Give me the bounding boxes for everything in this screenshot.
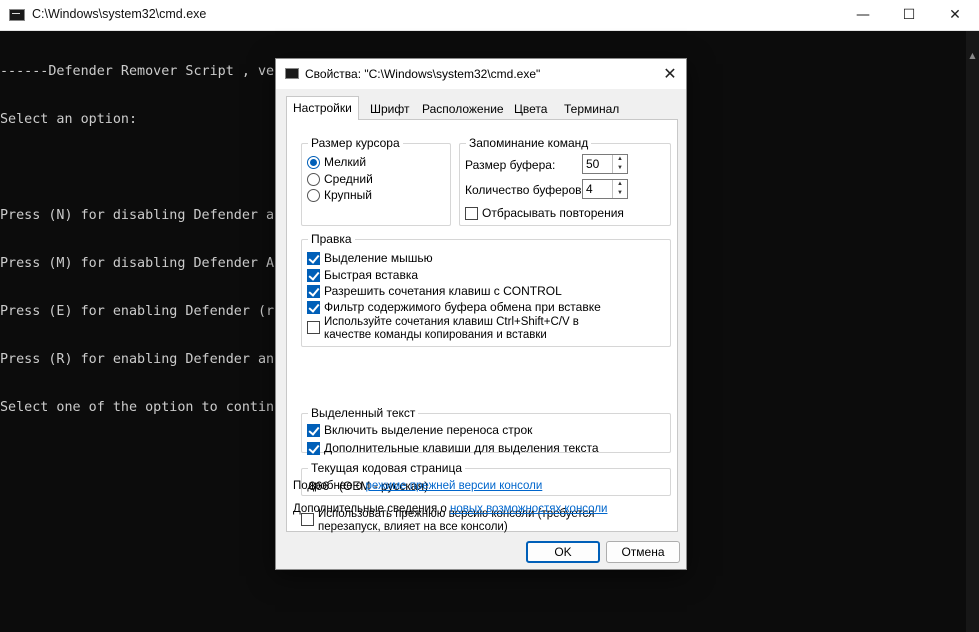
cmd-app-icon — [9, 9, 25, 21]
cmd-app-icon — [285, 68, 299, 79]
checkbox-checked-icon[interactable] — [307, 301, 320, 314]
tab-font[interactable]: Шрифт — [364, 99, 415, 119]
properties-dialog: Свойства: "C:\Windows\system32\cmd.exe" … — [275, 58, 687, 570]
dialog-close-icon[interactable]: ✕ — [660, 64, 680, 84]
checkbox-checked-icon[interactable] — [307, 252, 320, 265]
cancel-button[interactable]: Отмена — [606, 541, 680, 563]
checkbox-label: Включить выделение переноса строк — [324, 423, 533, 437]
radio-label: Средний — [324, 172, 373, 186]
line-wrap-selection-checkbox[interactable]: Включить выделение переноса строк — [307, 423, 532, 437]
tab-colors[interactable]: Цвета — [508, 99, 553, 119]
ok-button[interactable]: OK — [526, 541, 600, 563]
radio-selected-icon[interactable] — [307, 156, 320, 169]
checkbox-checked-icon[interactable] — [307, 269, 320, 282]
spin-up-icon[interactable]: ▲ — [613, 180, 627, 189]
buffer-size-value[interactable]: 50 — [586, 157, 599, 171]
ctrl-shortcuts-checkbox[interactable]: Разрешить сочетания клавиш с CONTROL — [307, 284, 562, 298]
tab-layout[interactable]: Расположение — [416, 99, 510, 119]
legacy-label-line2: перезапуск, влияет на все консоли) — [318, 521, 508, 533]
radio-label: Крупный — [324, 188, 372, 202]
new-features-prefix: Дополнительные сведения о — [293, 503, 450, 515]
quick-edit-checkbox[interactable]: Выделение мышью — [307, 251, 433, 265]
checkbox-checked-icon[interactable] — [307, 285, 320, 298]
dialog-title: Свойства: "C:\Windows\system32\cmd.exe" — [305, 67, 541, 81]
cursor-small-radio[interactable]: Мелкий — [307, 155, 366, 169]
edit-options-legend: Правка — [311, 232, 352, 246]
spin-down-icon[interactable]: ▼ — [613, 189, 627, 198]
cursor-large-radio[interactable]: Крупный — [307, 188, 372, 202]
text-selection-legend: Выделенный текст — [311, 406, 416, 420]
buffer-count-label: Количество буферов: — [465, 183, 585, 197]
checkbox-label: Фильтр содержимого буфера обмена при вст… — [324, 300, 601, 314]
scroll-up-arrow-icon[interactable]: ▲ — [966, 51, 979, 60]
spin-arrows[interactable]: ▲ ▼ — [612, 155, 627, 173]
extended-keys-checkbox[interactable]: Дополнительные клавиши для выделения тек… — [307, 441, 599, 455]
checkbox-label-line1: Используйте сочетания клавиш Ctrl+Shift+… — [324, 316, 579, 328]
checkbox-icon[interactable] — [465, 207, 478, 220]
checkbox-label-line2: качестве команды копирования и вставки — [324, 329, 547, 341]
buffer-count-value[interactable]: 4 — [586, 182, 593, 196]
cursor-medium-radio[interactable]: Средний — [307, 172, 373, 186]
buffer-size-label: Размер буфера: — [465, 158, 556, 172]
command-history-legend: Запоминание команд — [469, 136, 589, 150]
checkbox-icon[interactable] — [307, 321, 320, 334]
close-button[interactable]: ✕ — [932, 0, 978, 31]
legacy-mode-link[interactable]: режиме прежней версии консоли — [365, 480, 542, 492]
new-features-link[interactable]: новых возможностях консоли — [450, 503, 607, 515]
checkbox-label: Выделение мышью — [324, 251, 433, 265]
minimize-button[interactable]: — — [840, 0, 886, 31]
checkbox-checked-icon[interactable] — [307, 424, 320, 437]
checkbox-label: Используйте сочетания клавиш Ctrl+Shift+… — [324, 316, 579, 342]
cursor-size-legend: Размер курсора — [311, 136, 400, 150]
checkbox-checked-icon[interactable] — [307, 442, 320, 455]
discard-duplicates-checkbox[interactable]: Отбрасывать повторения — [465, 206, 624, 220]
checkbox-label: Разрешить сочетания клавиш с CONTROL — [324, 284, 562, 298]
buffer-count-stepper[interactable]: 4 ▲ ▼ — [582, 179, 628, 199]
codepage-legend: Текущая кодовая страница — [311, 461, 463, 475]
clipboard-filter-checkbox[interactable]: Фильтр содержимого буфера обмена при вст… — [307, 300, 601, 314]
spin-up-icon[interactable]: ▲ — [613, 155, 627, 164]
tab-settings[interactable]: Настройки — [286, 96, 359, 120]
console-scrollbar[interactable]: ▲ — [966, 31, 979, 632]
console-window-title: C:\Windows\system32\cmd.exe — [32, 7, 207, 21]
legacy-more-info: Подробнее о режиме прежней версии консол… — [293, 480, 542, 492]
spin-arrows[interactable]: ▲ ▼ — [612, 180, 627, 198]
ctrl-shift-cv-checkbox[interactable]: Используйте сочетания клавиш Ctrl+Shift+… — [307, 316, 579, 342]
settings-panel: Размер курсора Мелкий Средний Крупный За… — [286, 119, 678, 533]
checkbox-label: Отбрасывать повторения — [482, 206, 624, 220]
radio-icon[interactable] — [307, 173, 320, 186]
buffer-size-stepper[interactable]: 50 ▲ ▼ — [582, 154, 628, 174]
new-features-info: Дополнительные сведения о новых возможно… — [293, 503, 607, 515]
tab-terminal[interactable]: Терминал — [558, 99, 625, 119]
radio-icon[interactable] — [307, 189, 320, 202]
maximize-button[interactable]: ☐ — [886, 0, 932, 31]
checkbox-label: Быстрая вставка — [324, 268, 419, 282]
dialog-titlebar: Свойства: "C:\Windows\system32\cmd.exe" … — [276, 59, 686, 89]
radio-label: Мелкий — [324, 155, 367, 169]
spin-down-icon[interactable]: ▼ — [613, 164, 627, 173]
tab-strip: Настройки Шрифт Расположение Цвета Терми… — [286, 96, 678, 120]
checkbox-label: Дополнительные клавиши для выделения тек… — [324, 441, 599, 455]
legacy-more-prefix: Подробнее о — [293, 480, 366, 492]
quick-insert-checkbox[interactable]: Быстрая вставка — [307, 268, 418, 282]
console-titlebar: C:\Windows\system32\cmd.exe — ☐ ✕ — [0, 0, 979, 31]
